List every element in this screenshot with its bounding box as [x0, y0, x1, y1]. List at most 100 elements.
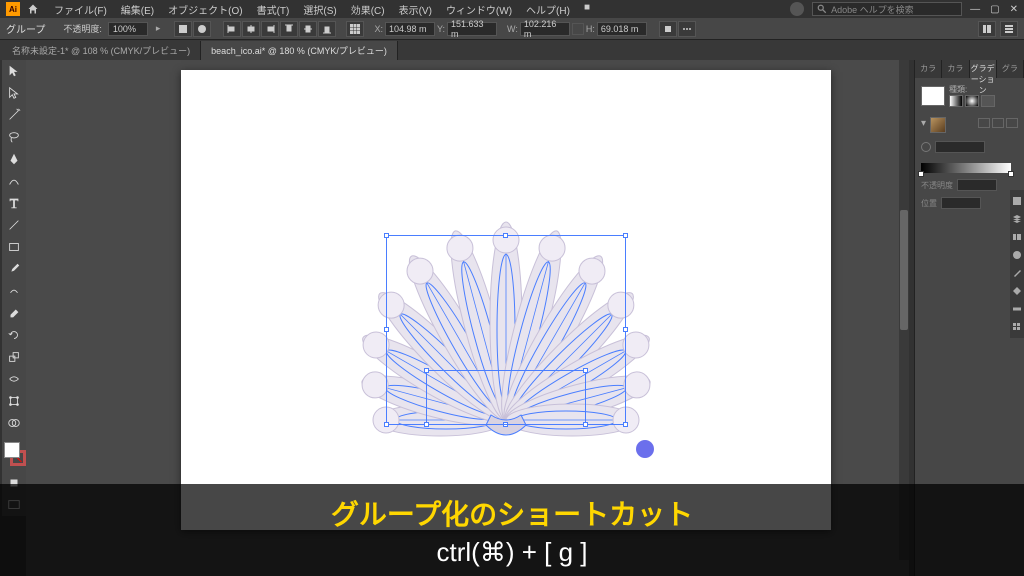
subtitle-line2: ctrl(⌘) + [ g ] — [437, 537, 588, 568]
align-middle-button[interactable] — [299, 21, 317, 37]
tab-doc2[interactable]: beach_ico.ai* @ 180 % (CMYK/プレビュー) — [201, 41, 398, 60]
menu-select[interactable]: 選択(S) — [297, 0, 342, 19]
rectangle-tool[interactable] — [2, 236, 26, 258]
style-button[interactable] — [174, 21, 192, 37]
essentials-button[interactable] — [1000, 21, 1018, 37]
help-search[interactable]: Adobe ヘルプを検索 — [812, 2, 962, 16]
shape-mode-button[interactable] — [659, 21, 677, 37]
freeform-gradient-button[interactable] — [981, 95, 995, 107]
edit-gradient-icon[interactable]: ▾ — [921, 118, 926, 129]
stop-position-input[interactable] — [941, 197, 981, 209]
brushes-panel-icon[interactable] — [1010, 266, 1024, 280]
opacity-label: 不透明度: — [63, 22, 102, 35]
w-input[interactable]: 102.216 m — [520, 22, 570, 36]
angle-input[interactable] — [935, 141, 985, 153]
symbols-panel-icon[interactable] — [1010, 284, 1024, 298]
menu-view[interactable]: 表示(V) — [393, 0, 438, 19]
lasso-tool[interactable] — [2, 126, 26, 148]
panel-tabs: カラ カラ グラデーション グラ — [915, 60, 1024, 78]
eraser-tool[interactable] — [2, 302, 26, 324]
panel-tab-colorguide[interactable]: カラ — [942, 60, 969, 78]
angle-icon — [921, 142, 931, 152]
gradient-slider[interactable] — [921, 163, 1011, 173]
layers-panel-icon[interactable] — [1010, 212, 1024, 226]
link-wh-icon[interactable] — [572, 23, 584, 35]
search-placeholder: Adobe ヘルプを検索 — [831, 3, 914, 16]
gradient-stop[interactable] — [918, 171, 924, 177]
menu-object[interactable]: オブジェクト(O) — [162, 0, 248, 19]
artboard[interactable] — [181, 70, 831, 530]
align-bottom-button[interactable] — [318, 21, 336, 37]
type-label: 種類: — [949, 84, 995, 95]
rotate-tool[interactable] — [2, 324, 26, 346]
transform-anchor[interactable] — [346, 21, 364, 37]
selection-tool[interactable] — [2, 60, 26, 82]
subtitle-line1: グループ化のショートカット — [331, 493, 693, 533]
chevron-down-icon[interactable]: ▸ — [156, 23, 161, 34]
libraries-panel-icon[interactable] — [1010, 230, 1024, 244]
scale-tool[interactable] — [2, 346, 26, 368]
gradient-stop[interactable] — [1008, 171, 1014, 177]
h-input[interactable]: 69.018 m — [597, 22, 647, 36]
y-input[interactable]: 151.633 m — [447, 22, 497, 36]
curvature-tool[interactable] — [2, 170, 26, 192]
cursor-marker — [636, 440, 654, 458]
close-icon[interactable]: ✕ — [1010, 4, 1018, 15]
width-tool[interactable] — [2, 368, 26, 390]
arrange-docs-button[interactable] — [978, 21, 996, 37]
w-label: W: — [507, 24, 518, 34]
panel-tab-color[interactable]: カラ — [915, 60, 942, 78]
panel-tab-gra2[interactable]: グラ — [997, 60, 1024, 78]
selection-type: グループ — [6, 21, 45, 36]
align-left-button[interactable] — [223, 21, 241, 37]
stroke-grad-option2[interactable] — [992, 118, 1004, 128]
shell-artwork[interactable] — [181, 70, 831, 530]
fill-swatch[interactable] — [4, 442, 20, 458]
tab-doc1[interactable]: 名称未設定-1* @ 108 % (CMYK/プレビュー) — [2, 41, 201, 60]
minimize-icon[interactable]: — — [970, 4, 980, 15]
menu-type[interactable]: 書式(T) — [251, 0, 296, 19]
menu-help[interactable]: ヘルプ(H) — [520, 0, 576, 19]
align-top-button[interactable] — [280, 21, 298, 37]
align-center-button[interactable] — [242, 21, 260, 37]
magic-wand-tool[interactable] — [2, 104, 26, 126]
stroke-grad-option1[interactable] — [978, 118, 990, 128]
menu-edit[interactable]: 編集(E) — [115, 0, 160, 19]
panel-tab-gradient[interactable]: グラデーション — [970, 60, 997, 78]
opacity-input[interactable]: 100% — [108, 22, 148, 36]
shaper-tool[interactable] — [2, 280, 26, 302]
stroke-grad-option3[interactable] — [1006, 118, 1018, 128]
scrollbar-thumb[interactable] — [900, 210, 908, 330]
gradient-swatch[interactable] — [921, 86, 945, 106]
properties-panel-icon[interactable] — [1010, 194, 1024, 208]
menubar: ファイル(F) 編集(E) オブジェクト(O) 書式(T) 選択(S) 効果(C… — [48, 0, 596, 19]
user-avatar[interactable] — [790, 2, 804, 16]
paintbrush-tool[interactable] — [2, 258, 26, 280]
extra-options-button[interactable] — [678, 21, 696, 37]
type-tool[interactable] — [2, 192, 26, 214]
linear-gradient-button[interactable] — [949, 95, 963, 107]
shape-builder-tool[interactable] — [2, 412, 26, 434]
appearance-panel-icon[interactable] — [1010, 248, 1024, 262]
direct-selection-tool[interactable] — [2, 82, 26, 104]
maximize-icon[interactable]: ▢ — [990, 4, 999, 15]
fill-stroke-swatch[interactable] — [2, 440, 26, 472]
line-tool[interactable] — [2, 214, 26, 236]
free-transform-tool[interactable] — [2, 390, 26, 412]
align-right-button[interactable] — [261, 21, 279, 37]
pen-tool[interactable] — [2, 148, 26, 170]
x-label: X: — [374, 24, 383, 34]
radial-gradient-button[interactable] — [965, 95, 979, 107]
menu-window[interactable]: ウィンドウ(W) — [440, 0, 518, 19]
subtitle-overlay: グループ化のショートカット ctrl(⌘) + [ g ] — [0, 484, 1024, 576]
stroke-panel-icon[interactable] — [1010, 302, 1024, 316]
menu-file[interactable]: ファイル(F) — [48, 0, 113, 19]
stroke-gradient-swatch[interactable] — [930, 117, 946, 133]
menu-effect[interactable]: 効果(C) — [345, 0, 391, 19]
stop-opacity-input[interactable] — [957, 179, 997, 191]
recolor-button[interactable] — [193, 21, 211, 37]
menu-extra[interactable]: ■ — [578, 0, 596, 19]
x-input[interactable]: 104.98 m — [385, 22, 435, 36]
home-icon[interactable] — [26, 2, 40, 16]
swatches-panel-icon[interactable] — [1010, 320, 1024, 334]
